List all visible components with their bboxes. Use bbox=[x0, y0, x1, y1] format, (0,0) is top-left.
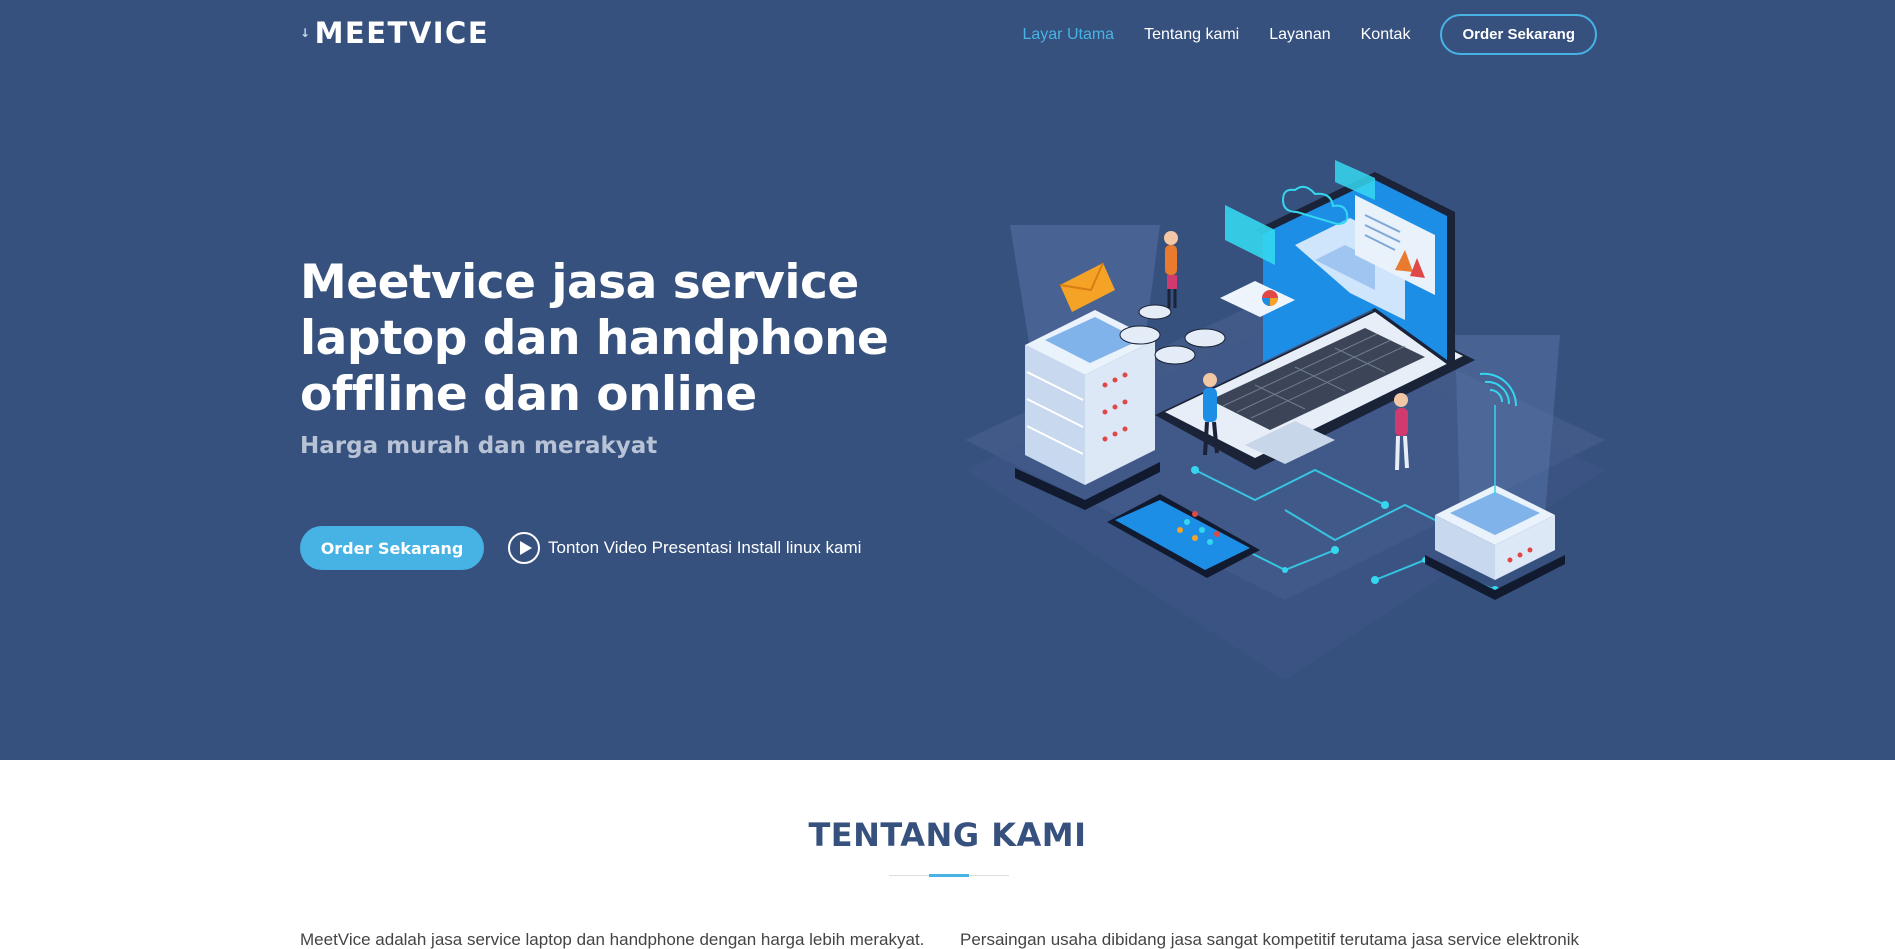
brand-logo[interactable]: ↓ MEETVICE bbox=[300, 16, 489, 50]
play-icon bbox=[508, 532, 540, 564]
title-divider-accent bbox=[929, 874, 969, 877]
hero-subtitle: Harga murah dan merakyat bbox=[300, 433, 658, 459]
nav-order-button[interactable]: Order Sekarang bbox=[1440, 14, 1597, 55]
about-text-col2: Persaingan usaha dibidang jasa sangat ko… bbox=[960, 930, 1579, 949]
arrow-down-icon: ↓ bbox=[300, 26, 312, 40]
about-section-title: TENTANG KAMI bbox=[808, 816, 1087, 854]
hero-section: ↓ MEETVICE Layar Utama Tentang kami Laya… bbox=[0, 0, 1895, 760]
main-nav: Layar Utama Tentang kami Layanan Kontak … bbox=[992, 14, 1597, 55]
hero-order-button[interactable]: Order Sekarang bbox=[300, 526, 484, 570]
hero-title: Meetvice jasa service laptop dan handpho… bbox=[300, 255, 889, 422]
watch-video-label: Tonton Video Presentasi Install linux ka… bbox=[548, 538, 862, 557]
nav-item-tentang-kami[interactable]: Tentang kami bbox=[1144, 26, 1239, 44]
nav-item-layanan[interactable]: Layanan bbox=[1269, 26, 1330, 44]
nav-item-layar-utama[interactable]: Layar Utama bbox=[1022, 26, 1114, 44]
hero-illustration bbox=[965, 160, 1605, 680]
nav-item-kontak[interactable]: Kontak bbox=[1361, 26, 1411, 44]
watch-video-link[interactable]: Tonton Video Presentasi Install linux ka… bbox=[508, 532, 861, 564]
about-text-col1: MeetVice adalah jasa service laptop dan … bbox=[300, 930, 925, 949]
person-standing-top bbox=[1164, 231, 1178, 308]
brand-name: MEETVICE bbox=[314, 16, 490, 50]
